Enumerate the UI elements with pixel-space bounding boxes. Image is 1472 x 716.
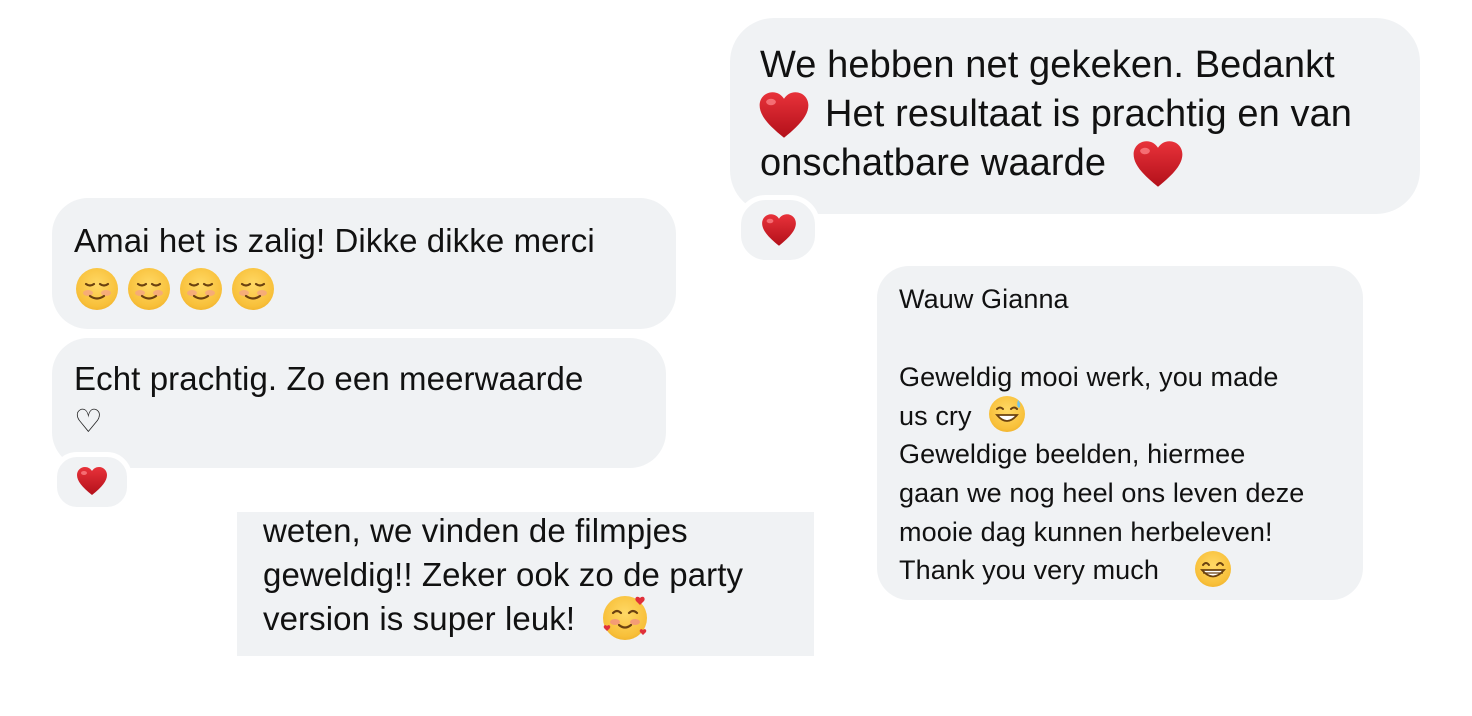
red-heart-icon	[762, 214, 796, 246]
red-heart-icon	[759, 92, 809, 138]
message-line: Geweldige beelden, hiermee	[899, 439, 1246, 469]
red-heart-icon	[1133, 141, 1183, 187]
smiling-face-with-hearts-icon	[603, 596, 647, 640]
message-line: us cry	[899, 401, 972, 431]
beaming-face-icon	[1195, 551, 1231, 587]
message-line: onschatbare waarde	[760, 142, 1107, 184]
message-line: Echt prachtig. Zo een meerwaarde	[74, 360, 584, 397]
message-line: Het resultaat is prachtig en van	[825, 93, 1353, 135]
message-line: version is super leuk!	[263, 600, 576, 637]
grinning-face-with-sweat-icon	[989, 396, 1025, 432]
smiling-face-icon	[128, 268, 170, 310]
message-bubble-left-1[interactable]: Amai het is zalig! Dikke dikke merci	[52, 198, 676, 329]
message-line: geweldig!! Zeker ook zo de party	[263, 556, 744, 593]
reaction-badge[interactable]	[52, 452, 132, 512]
message-line: We hebben net gekeken. Bedankt	[760, 44, 1335, 86]
message-line: Amai het is zalig! Dikke dikke merci	[74, 222, 595, 259]
message-bubble-left-2[interactable]: Echt prachtig. Zo een meerwaarde ♡	[52, 338, 666, 468]
smiling-face-icon	[76, 268, 118, 310]
red-heart-icon	[77, 467, 107, 495]
message-bubble-top-right[interactable]: We hebben net gekeken. Bedankt Het resul…	[730, 18, 1420, 214]
message-bubble-right-middle[interactable]: Wauw Gianna Geweldig mooi werk, you made…	[877, 266, 1363, 600]
message-bubble-bottom-middle[interactable]: weten, we vinden de filmpjes geweldig!! …	[237, 512, 814, 656]
reaction-badge[interactable]	[736, 195, 820, 265]
white-heart-icon: ♡	[74, 403, 103, 439]
smiling-face-icon	[232, 268, 274, 310]
message-line: Wauw Gianna	[899, 284, 1069, 314]
smiling-face-icon	[180, 268, 222, 310]
message-line: Thank you very much	[899, 555, 1160, 585]
message-line: weten, we vinden de filmpjes	[263, 512, 688, 549]
message-line: mooie dag kunnen herbeleven!	[899, 517, 1273, 547]
message-line: Geweldig mooi werk, you made	[899, 362, 1279, 392]
message-line: gaan we nog heel ons leven deze	[899, 478, 1305, 508]
